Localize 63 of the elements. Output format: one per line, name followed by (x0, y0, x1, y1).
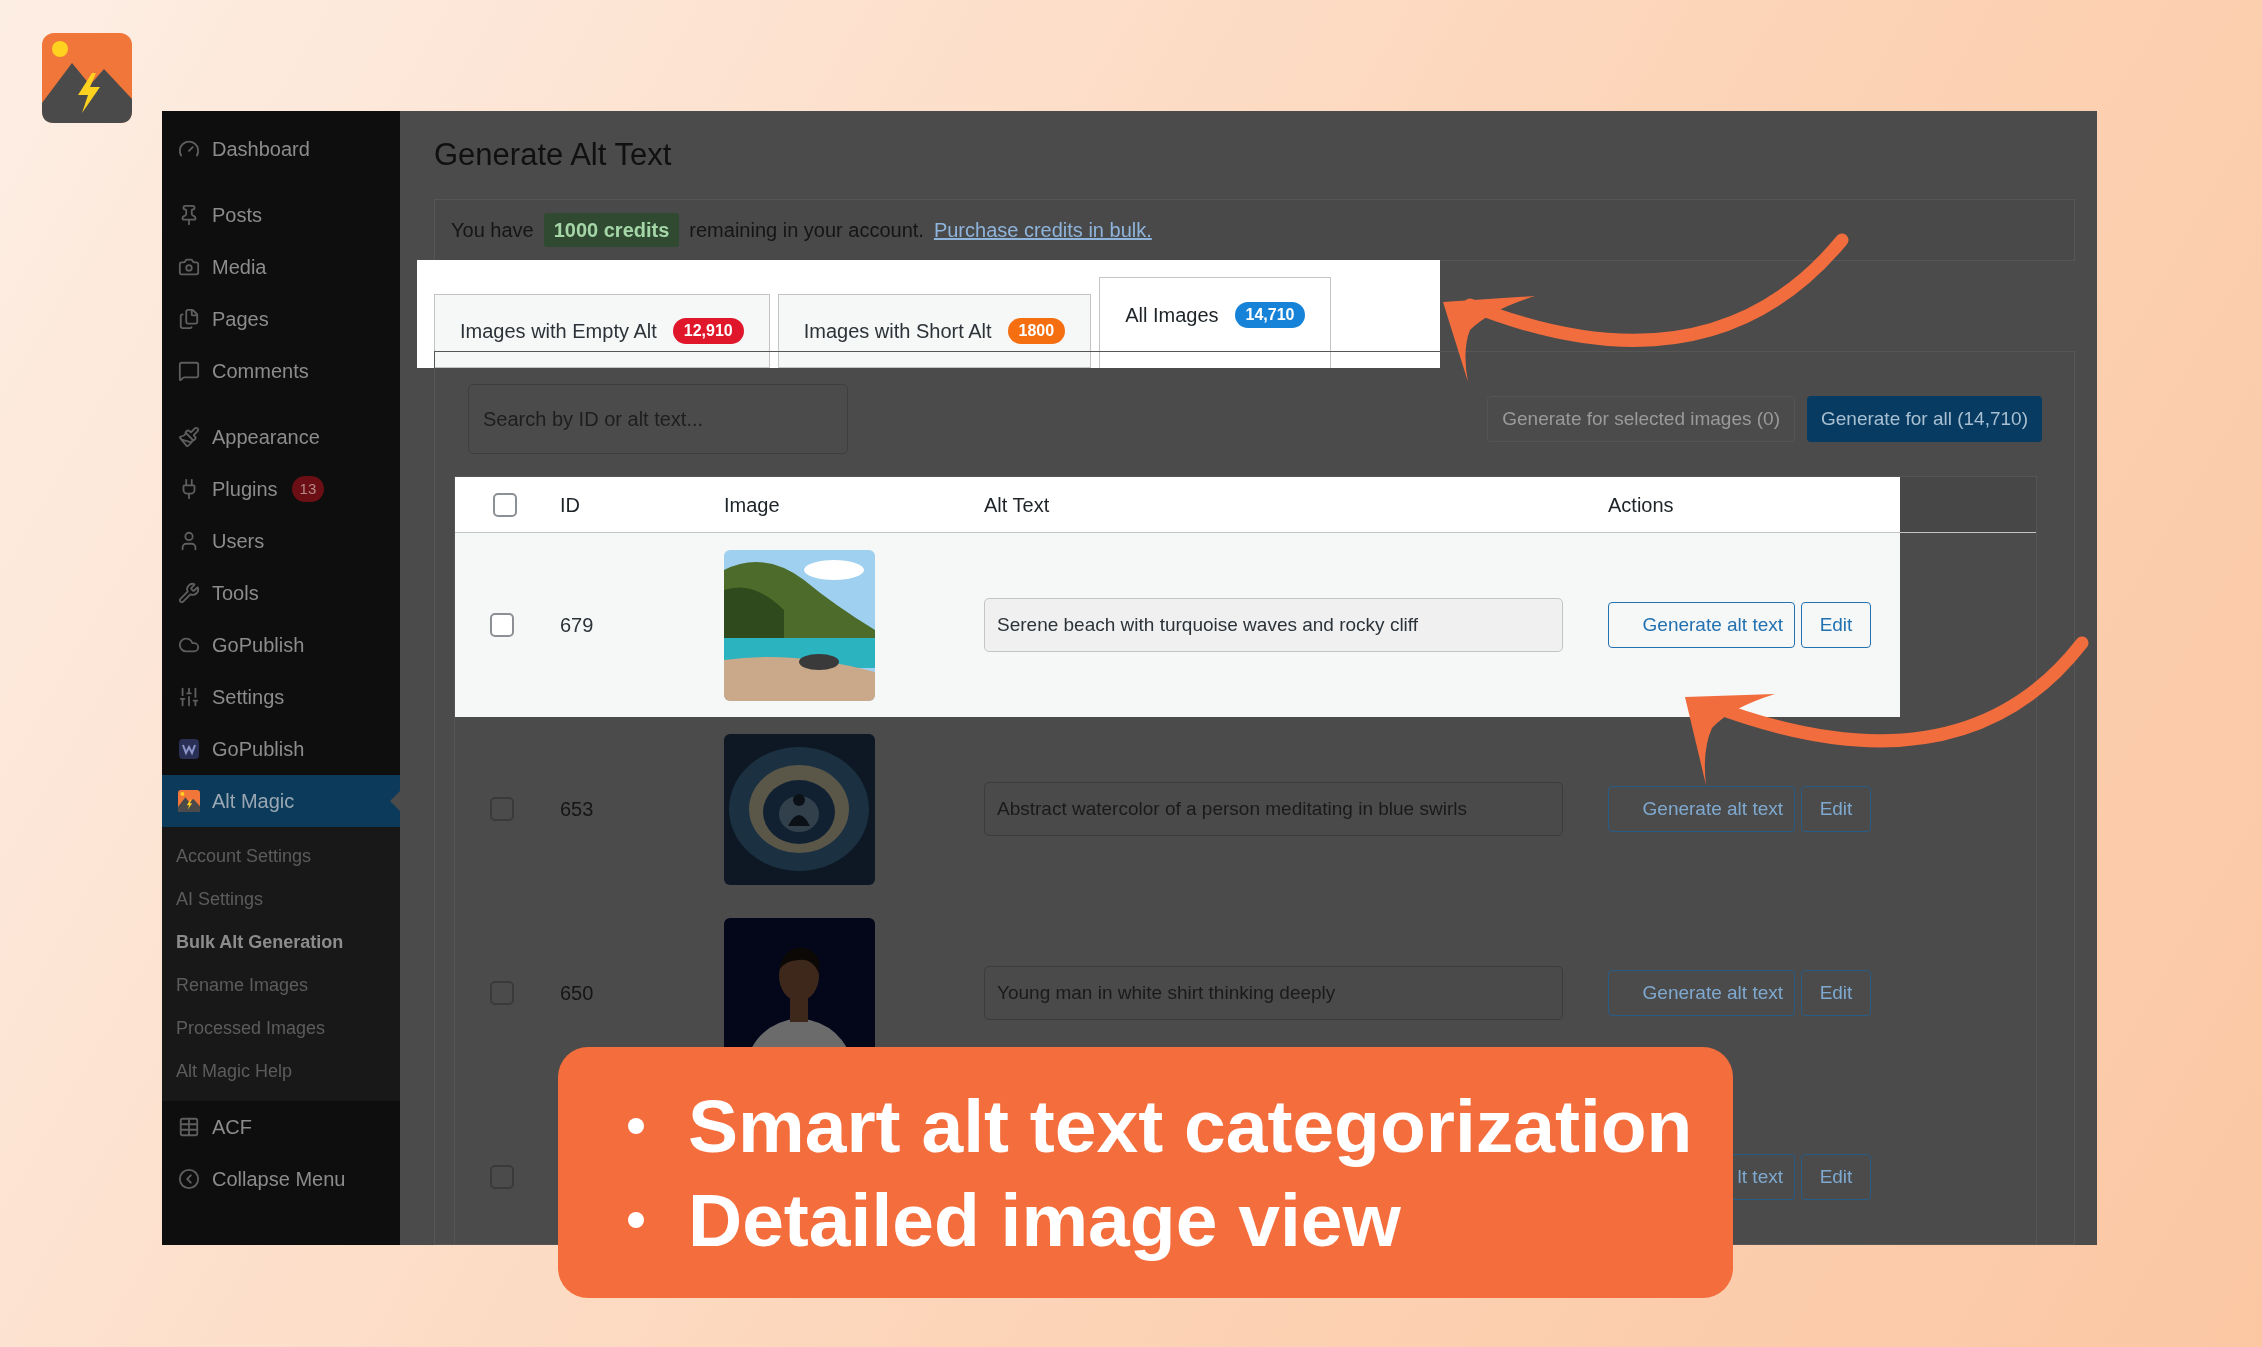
column-header: Image (724, 492, 781, 518)
generate-alt-button[interactable]: Generate alt text (1608, 970, 1795, 1016)
current-pointer-icon (390, 791, 400, 811)
column-header: ID (560, 492, 581, 518)
menu-item[interactable]: Posts (162, 189, 400, 241)
table-icon (178, 1116, 200, 1138)
app-logo-icon (42, 33, 132, 123)
bullet-icon (628, 1117, 644, 1134)
count-badge: 13 (291, 476, 325, 502)
landscape-icon (178, 790, 200, 812)
image-id: 679 (560, 614, 594, 636)
submenu-item[interactable]: Alt Magic Help (162, 1050, 400, 1093)
pages-icon (178, 308, 200, 330)
count-badge: 12,910 (672, 318, 744, 344)
column-header: Actions (1608, 492, 1674, 518)
edit-button[interactable]: Edit (1801, 786, 1871, 832)
column-header: Alt Text (984, 492, 1051, 518)
tab[interactable]: Images with Short Alt 1800 (777, 294, 1092, 368)
comment-icon (178, 360, 200, 382)
menu-item[interactable]: Appearance (162, 411, 400, 463)
menu-item[interactable]: Pages (162, 293, 400, 345)
row-checkbox[interactable] (493, 492, 517, 517)
edit-button[interactable]: Edit (1801, 602, 1871, 648)
menu-item[interactable]: Media (162, 241, 400, 293)
submenu-item[interactable]: Bulk Alt Generation (162, 921, 400, 964)
menu-item[interactable]: Collapse Menu (162, 1153, 400, 1205)
menu-item[interactable]: Users (162, 515, 400, 567)
tab[interactable]: Images with Empty Alt 12,910 (434, 294, 770, 368)
count-badge: 1800 (1007, 318, 1066, 344)
submenu-item[interactable]: Rename Images (162, 964, 400, 1007)
submenu-item[interactable]: Processed Images (162, 1007, 400, 1050)
generate-button[interactable]: Generate for all (14,710) (1807, 396, 2042, 442)
alt-text-field[interactable]: Serene beach with turquoise waves and rocky cliff (984, 598, 1563, 652)
menu-item[interactable]: GoPublish (162, 619, 400, 671)
bullet-icon (628, 1211, 644, 1228)
generate-alt-button[interactable]: Generate alt text (1608, 786, 1795, 832)
page-title: Generate Alt Text (434, 135, 673, 174)
count-badge: 14,710 (1234, 301, 1306, 328)
edit-button[interactable]: Edit (1801, 970, 1871, 1016)
feature-text: Detailed image view (688, 1179, 1401, 1260)
camera-icon (178, 256, 200, 278)
collapse-icon (178, 1168, 200, 1190)
menu-item[interactable]: Comments (162, 345, 400, 397)
w-logo-icon (178, 738, 200, 760)
submenu-item[interactable]: Account Settings (162, 835, 400, 878)
wrench-icon (178, 582, 200, 604)
menu-item[interactable]: ACF (162, 1101, 400, 1153)
menu-item[interactable]: Dashboard (162, 123, 400, 175)
menu-item[interactable]: Alt Magic (162, 775, 400, 827)
menu-item[interactable]: Tools (162, 567, 400, 619)
row-checkbox[interactable] (490, 613, 514, 637)
menu-item[interactable]: Plugins 13 (162, 463, 400, 515)
menu-item[interactable]: Settings (162, 671, 400, 723)
submenu-item[interactable]: AI Settings (162, 878, 400, 921)
edit-button[interactable]: Edit (1801, 1154, 1871, 1200)
purchase-link[interactable]: Purchase credits in bulk. (933, 215, 1152, 245)
generate-alt-button[interactable]: Generate alt text (1608, 602, 1795, 648)
sliders-icon (178, 686, 200, 708)
credits-badge: 1000 credits (543, 213, 680, 247)
menu-item[interactable]: GoPublish (162, 723, 400, 775)
tab[interactable]: All Images 14,710 (1099, 277, 1332, 368)
feature-text: Smart alt text categorization (688, 1085, 1693, 1166)
paintbrush-icon (178, 426, 200, 448)
